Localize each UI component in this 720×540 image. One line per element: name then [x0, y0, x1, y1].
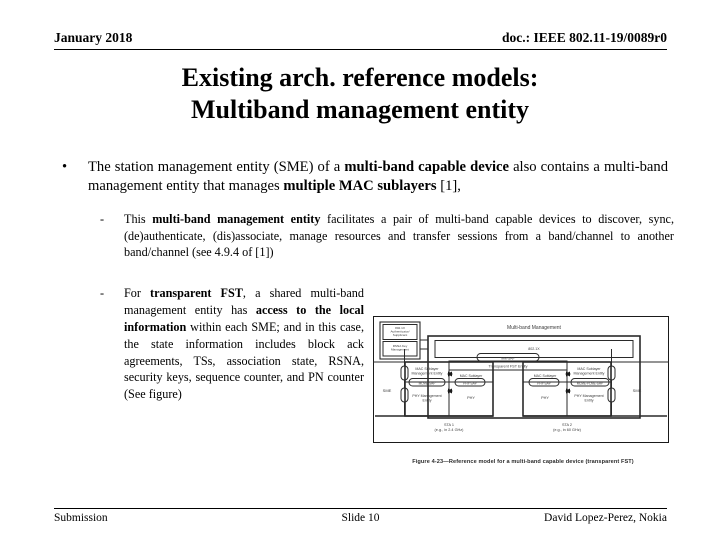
sub1-text-part-1: This: [124, 211, 153, 226]
svg-text:Supplicant: Supplicant: [393, 333, 408, 337]
sub-bullet-marker-icon-1: -: [100, 211, 105, 226]
sub-bullet-marker-icon-2: -: [100, 286, 105, 301]
svg-text:PHY-SAP: PHY-SAP: [463, 382, 477, 386]
figure-caption: Figure 4-23—Reference model for a multi-…: [412, 459, 634, 465]
svg-text:MM-SAP: MM-SAP: [501, 356, 515, 360]
footer-author: David Lopez-Perez, Nokia: [544, 512, 667, 524]
svg-text:PHY Management: PHY Management: [574, 394, 603, 398]
svg-text:PHY: PHY: [467, 396, 475, 400]
page-title: Existing arch. reference models: Multiba…: [60, 62, 660, 126]
svg-text:STA 2: STA 2: [562, 423, 572, 427]
slide-footer: Submission Slide 10 David Lopez-Perez, N…: [54, 508, 667, 524]
bullet-item-primary: • The station management entity (SME) of…: [0, 158, 720, 197]
svg-text:MAC Sublayer: MAC Sublayer: [577, 367, 601, 371]
bullet1-text-part-1: The station management entity (SME) of a: [88, 159, 345, 175]
header-doc-id: doc.: IEEE 802.11-19/0089r0: [501, 30, 667, 45]
svg-text:Multi-band Management: Multi-band Management: [507, 325, 562, 331]
svg-text:Management: Management: [391, 348, 409, 352]
svg-text:(e.g., in 2.4 GHz): (e.g., in 2.4 GHz): [435, 428, 465, 432]
sub2-bold-1: transparent FST: [150, 286, 243, 301]
svg-text:802.1X: 802.1X: [528, 347, 540, 351]
page-title-line-1: Existing arch. reference models:: [181, 63, 539, 92]
svg-text:MAC Sublayer: MAC Sublayer: [415, 367, 439, 371]
svg-text:SME: SME: [383, 388, 392, 393]
sub-bullet-item-1: - This multi-band management entity faci…: [0, 211, 720, 261]
svg-text:MLME-SAP: MLME-SAP: [419, 382, 436, 386]
page-title-line-2: Multiband management entity: [191, 95, 529, 125]
bullet1-bold-1: multi-band capable device: [344, 159, 509, 175]
reference-model-figure: 802.1X Authenticator/ Supplicant RSNA Ke…: [373, 316, 669, 479]
sub1-bold-1: multi-band management entity: [152, 211, 321, 226]
bullet-marker-icon: •: [62, 159, 68, 175]
sub2-text-part-1: For: [124, 286, 151, 301]
svg-text:SME: SME: [633, 388, 642, 393]
svg-text:(e.g., in 60 GHz): (e.g., in 60 GHz): [553, 428, 582, 432]
svg-text:PHY Management: PHY Management: [412, 394, 441, 398]
svg-text:Entity: Entity: [585, 398, 594, 402]
figure-diagram: 802.1X Authenticator/ Supplicant RSNA Ke…: [373, 321, 669, 432]
slide-header: January 2018 doc.: IEEE 802.11-19/0089r0: [54, 30, 667, 50]
footer-slide-number: Slide 10: [341, 512, 380, 524]
svg-text:MLME-PLME-SAP: MLME-PLME-SAP: [577, 382, 603, 386]
svg-text:STA 1: STA 1: [444, 423, 454, 427]
bullet1-bold-2: multiple MAC sublayers: [283, 178, 437, 195]
footer-submission: Submission: [54, 512, 108, 524]
svg-text:Management Entity: Management Entity: [574, 371, 605, 375]
svg-text:Entity: Entity: [423, 398, 432, 402]
bullet1-text-part-3: [1],: [436, 178, 461, 195]
svg-text:PHY-SAP: PHY-SAP: [537, 382, 551, 386]
svg-text:Management Entity: Management Entity: [412, 371, 443, 375]
svg-text:Transparent FST Entity: Transparent FST Entity: [488, 365, 527, 369]
svg-text:MAC Sublayer: MAC Sublayer: [460, 374, 483, 378]
sub-bullet-item-2: - For transparent FST, a shared multi-ba…: [0, 285, 364, 403]
svg-text:MAC Sublayer: MAC Sublayer: [534, 374, 557, 378]
svg-text:PHY: PHY: [541, 396, 549, 400]
header-date: January 2018: [54, 30, 133, 45]
